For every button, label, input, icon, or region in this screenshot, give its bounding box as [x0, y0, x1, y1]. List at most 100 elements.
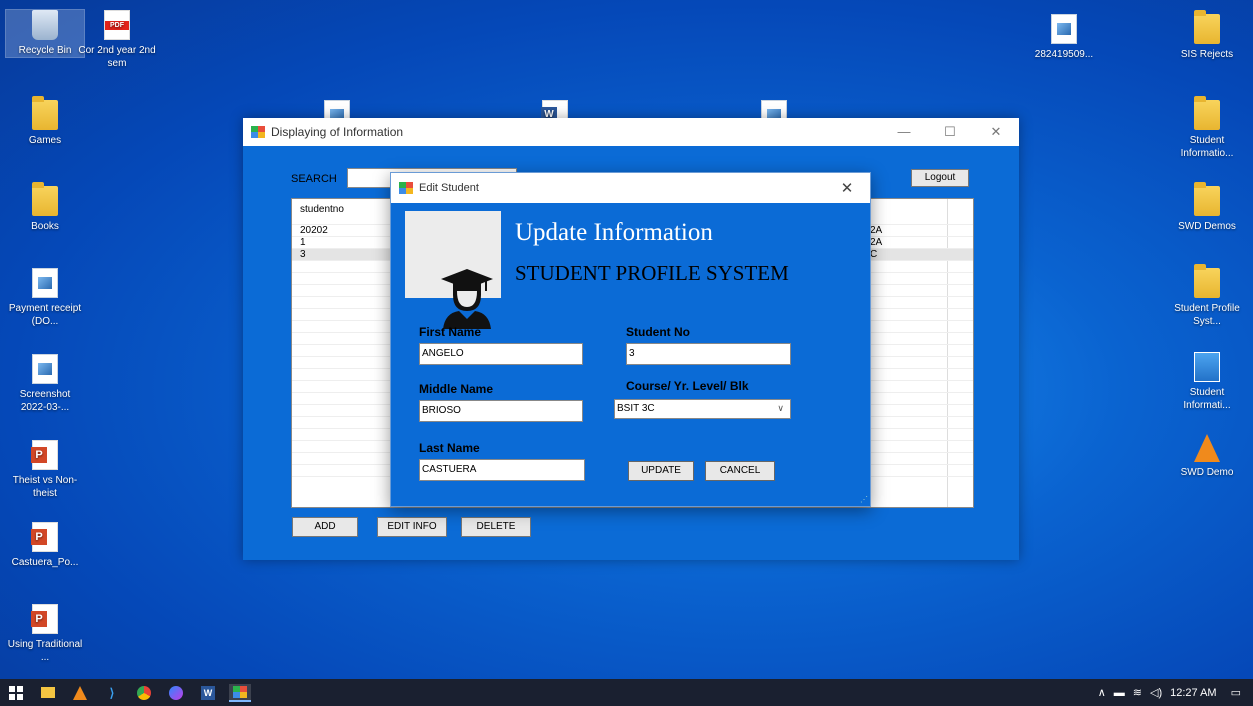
desktop-icon-student-informatio[interactable]: Student Informatio...	[1168, 96, 1246, 160]
first-name-field[interactable]: ANGELO	[419, 343, 583, 365]
image-file-icon	[32, 354, 58, 384]
desktop-icon-pdf[interactable]: Cor 2nd year 2nd sem	[78, 10, 156, 70]
close-icon[interactable]: ✕	[973, 124, 1019, 140]
last-name-field[interactable]: CASTUERA	[419, 459, 585, 481]
app-logo-icon	[399, 182, 413, 194]
desktop-icon-label: Recycle Bin	[18, 45, 72, 56]
chevron-down-icon: ∨	[777, 403, 784, 413]
desktop-icon-payment-receipt[interactable]: Payment receipt (DO...	[6, 268, 84, 328]
desktop-icon-books[interactable]: Books	[6, 182, 84, 233]
course-select[interactable]: BSIT 3C ∨	[614, 399, 791, 419]
middle-name-label: Middle Name	[419, 382, 494, 396]
course-selected-value: BSIT 3C	[617, 403, 655, 414]
desktop-icon-282419509[interactable]: 282419509...	[1025, 14, 1103, 61]
dialog-close-icon[interactable]: ✕	[824, 179, 870, 197]
windows-start-icon[interactable]	[5, 684, 27, 702]
folder-icon	[1194, 182, 1220, 216]
desktop-icon-label: Games	[28, 135, 62, 146]
vlc-taskbar-icon[interactable]	[69, 684, 91, 702]
wifi-icon[interactable]: ≋	[1133, 686, 1142, 699]
student-app-taskbar-icon[interactable]	[229, 683, 251, 702]
desktop-icon-student-informati-shortcut[interactable]: Student Informati...	[1168, 352, 1246, 412]
course-label: Course/ Yr. Level/ Blk	[626, 379, 749, 393]
folder-icon	[1194, 264, 1220, 298]
desktop-icon-label: Student Informatio...	[1180, 135, 1234, 159]
clock[interactable]: 12:27 AM	[1170, 687, 1216, 699]
desktop-icon-label: 282419509...	[1034, 49, 1094, 60]
cell-course: 2A	[870, 225, 883, 236]
desktop-icon-swd-demos[interactable]: SWD Demos	[1168, 182, 1246, 233]
maximize-icon[interactable]: ☐	[927, 124, 973, 140]
image-file-icon	[1051, 14, 1077, 44]
resize-grip-icon[interactable]: ⋰	[860, 495, 868, 504]
app-shortcut-icon	[1194, 352, 1220, 382]
folder-icon	[1194, 10, 1220, 44]
cell-studentno: 3	[300, 249, 306, 260]
desktop-icon-label: Books	[31, 221, 59, 232]
word-taskbar-icon[interactable]: W	[197, 684, 219, 702]
middle-name-field[interactable]: BRIOSO	[419, 400, 583, 422]
desktop-icon-student-profile[interactable]: Student Profile Syst...	[1168, 264, 1246, 328]
desktop-icon-label: SWD Demos	[1178, 221, 1236, 232]
image-file-icon	[32, 268, 58, 298]
last-name-label: Last Name	[419, 441, 480, 455]
powerpoint-icon	[31, 604, 58, 634]
powerpoint-icon	[31, 522, 58, 552]
cell-studentno: 20202	[300, 225, 328, 236]
chrome-icon[interactable]	[133, 684, 155, 702]
edit-info-button[interactable]: EDIT INFO	[377, 517, 447, 537]
messenger-icon[interactable]	[165, 684, 187, 702]
desktop-icon-castuera[interactable]: Castuera_Po...	[6, 522, 84, 569]
desktop-icon-label: Screenshot 2022-03-...	[19, 389, 71, 413]
minimize-icon[interactable]: —	[881, 124, 927, 140]
dialog-title: Edit Student	[419, 182, 479, 194]
cell-course: C	[870, 249, 878, 260]
desktop-icon-label: SWD Demo	[1180, 467, 1234, 478]
battery-icon[interactable]: ▬	[1114, 687, 1125, 699]
add-button[interactable]: ADD	[292, 517, 358, 537]
desktop-icon-theist[interactable]: Theist vs Non-theist	[6, 440, 84, 500]
notification-icon[interactable]: ▭	[1231, 686, 1241, 699]
desktop-icon-recycle-bin[interactable]: Recycle Bin	[5, 9, 85, 58]
desktop-icon-screenshot[interactable]: Screenshot 2022-03-...	[6, 354, 84, 414]
desktop-icon-sis-rejects[interactable]: SIS Rejects	[1168, 10, 1246, 61]
graduate-icon	[441, 269, 493, 329]
update-information-heading: Update Information	[515, 219, 713, 246]
desktop-icon-swd-demo[interactable]: SWD Demo	[1168, 432, 1246, 479]
desktop-icon-label: Student Informati...	[1183, 387, 1231, 411]
system-tray: ∧ ▬ ≋ ◁) 12:27 AM ▭	[1094, 686, 1253, 700]
dialog-titlebar[interactable]: Edit Student ✕	[391, 173, 870, 203]
desktop-icon-label: Castuera_Po...	[11, 557, 79, 568]
student-profile-system-heading: STUDENT PROFILE SYSTEM	[515, 261, 789, 285]
main-window-titlebar[interactable]: Displaying of Information — ☐ ✕	[243, 118, 1019, 146]
student-no-field[interactable]: 3	[626, 343, 791, 365]
taskbar: ⟩ W ∧ ▬ ≋ ◁) 12:27 AM ▭	[0, 679, 1253, 706]
desktop-icon-label: Using Traditional ...	[7, 639, 83, 663]
cell-course: 2A	[870, 237, 883, 248]
grid-header-studentno: studentno	[300, 204, 344, 215]
folder-icon	[32, 96, 58, 130]
desktop-icon-label: Student Profile Syst...	[1174, 303, 1240, 327]
student-avatar	[405, 211, 501, 329]
edit-student-dialog: Edit Student ✕ Update Information STUDEN…	[390, 172, 871, 507]
update-button[interactable]: UPDATE	[628, 461, 694, 481]
desktop-icon-using-traditional[interactable]: Using Traditional ...	[6, 604, 84, 664]
search-label: SEARCH	[291, 173, 337, 185]
volume-icon[interactable]: ◁)	[1150, 686, 1162, 699]
vscode-icon[interactable]: ⟩	[101, 684, 123, 702]
desktop-icon-label: Payment receipt (DO...	[8, 303, 82, 327]
vlc-icon	[1194, 432, 1220, 462]
desktop-icon-label: SIS Rejects	[1180, 49, 1234, 60]
logout-button[interactable]: Logout	[911, 169, 969, 187]
folder-icon	[1194, 96, 1220, 130]
file-explorer-icon[interactable]	[37, 684, 59, 702]
app-logo-icon	[251, 126, 265, 138]
desktop-icon-label: Cor 2nd year 2nd sem	[78, 45, 156, 69]
delete-button[interactable]: DELETE	[461, 517, 531, 537]
chevron-up-icon[interactable]: ∧	[1098, 686, 1106, 699]
student-no-label: Student No	[626, 325, 690, 339]
pdf-file-icon	[104, 10, 130, 40]
cancel-button[interactable]: CANCEL	[705, 461, 775, 481]
desktop-icon-games[interactable]: Games	[6, 96, 84, 147]
powerpoint-icon	[31, 440, 58, 470]
